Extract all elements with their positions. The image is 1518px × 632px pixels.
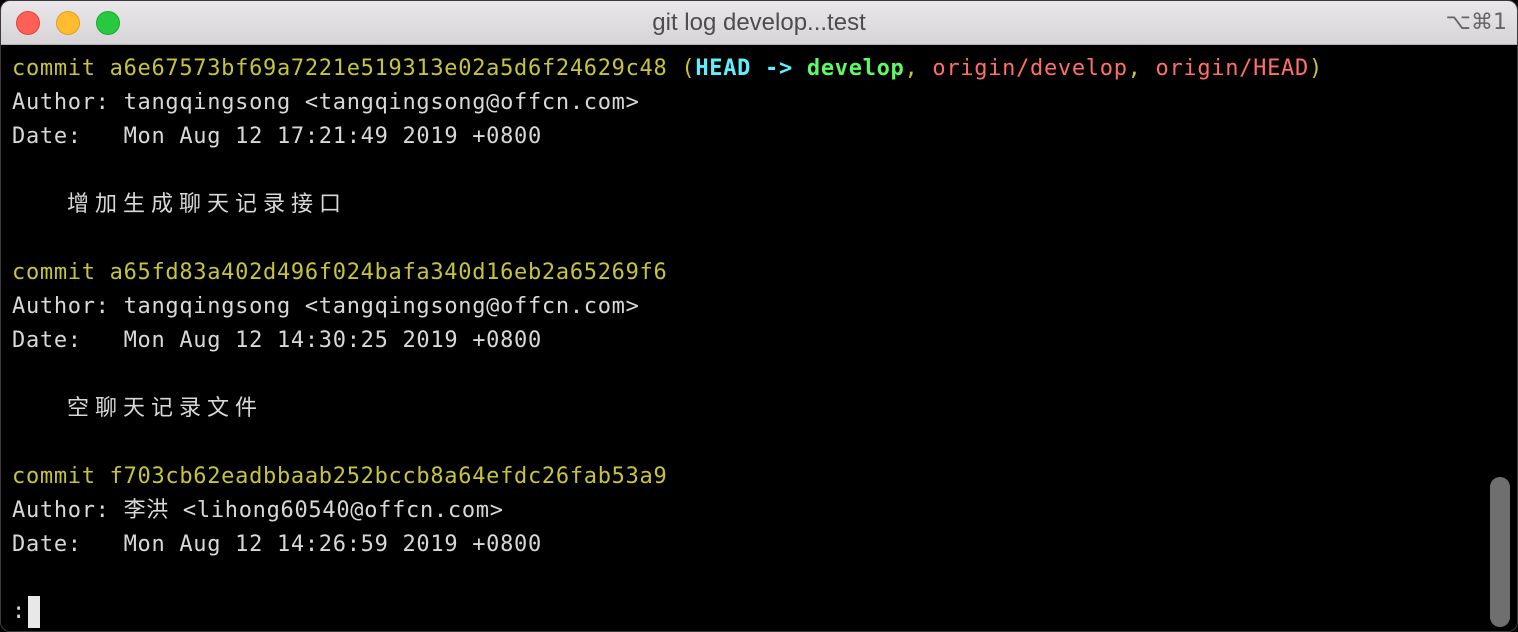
remote-ref: origin/develop (932, 56, 1128, 81)
ref-arrow: -> (751, 56, 807, 81)
refs-open: ( (667, 56, 696, 81)
date-label: Date: (12, 328, 82, 353)
author-label: Author: (12, 90, 110, 115)
commit-hash: a6e67573bf69a7221e519313e02a5d6f24629c48 (109, 56, 668, 81)
author-line: Author: tangqingsong <tangqingsong@offcn… (12, 290, 640, 324)
window-title: git log develop...test (652, 9, 866, 36)
author-value: tangqingsong <tangqingsong@offcn.com> (123, 294, 640, 319)
author-value: 李洪 <lihong60540@offcn.com> (123, 498, 504, 523)
author-line: Author: tangqingsong <tangqingsong@offcn… (12, 86, 640, 120)
commit-keyword: commit (12, 464, 96, 489)
date-value: Mon Aug 12 14:26:59 2019 +0800 (123, 532, 542, 557)
commit-keyword: commit (12, 56, 96, 81)
date-line: Date: Mon Aug 12 17:21:49 2019 +0800 (12, 120, 542, 154)
author-value: tangqingsong <tangqingsong@offcn.com> (123, 90, 640, 115)
text-cursor (27, 596, 40, 628)
commit-hash: a65fd83a402d496f024bafa340d16eb2a65269f6 (109, 260, 668, 285)
branch-ref: develop (806, 56, 905, 81)
pager-prompt: : (12, 599, 26, 624)
commit-message: 增加生成聊天记录接口 (67, 192, 348, 217)
scrollbar-thumb[interactable] (1490, 477, 1510, 627)
commit-line: commit a6e67573bf69a7221e519313e02a5d6f2… (12, 52, 1323, 86)
author-label: Author: (12, 498, 110, 523)
remote-ref: origin/HEAD (1155, 56, 1309, 81)
date-line: Date: Mon Aug 12 14:26:59 2019 +0800 (12, 528, 542, 562)
date-value: Mon Aug 12 17:21:49 2019 +0800 (123, 124, 542, 149)
title-bar[interactable]: git log develop...test ⌥⌘1 (1, 1, 1517, 45)
pager-prompt-line[interactable]: : (12, 595, 40, 629)
date-label: Date: (12, 124, 82, 149)
date-line: Date: Mon Aug 12 14:30:25 2019 +0800 (12, 324, 542, 358)
refs-close: ) (1308, 56, 1323, 81)
terminal-output[interactable]: commit a6e67573bf69a7221e519313e02a5d6f2… (1, 45, 1491, 631)
window-shortcut: ⌥⌘1 (1445, 10, 1507, 35)
commit-line: commit a65fd83a402d496f024bafa340d16eb2a… (12, 256, 667, 290)
author-line: Author: 李洪 <lihong60540@offcn.com> (12, 494, 504, 528)
date-value: Mon Aug 12 14:30:25 2019 +0800 (123, 328, 542, 353)
refs-separator: , (1127, 56, 1156, 81)
commit-line: commit f703cb62eadbbaab252bccb8a64efdc26… (12, 460, 667, 494)
refs-separator: , (904, 56, 933, 81)
author-label: Author: (12, 294, 110, 319)
head-ref: HEAD (695, 56, 752, 81)
commit-keyword: commit (12, 260, 96, 285)
date-label: Date: (12, 532, 82, 557)
terminal-window: git log develop...test ⌥⌘1 commit a6e675… (0, 0, 1518, 632)
commit-hash: f703cb62eadbbaab252bccb8a64efdc26fab53a9 (109, 464, 668, 489)
commit-message: 空聊天记录文件 (67, 396, 264, 421)
